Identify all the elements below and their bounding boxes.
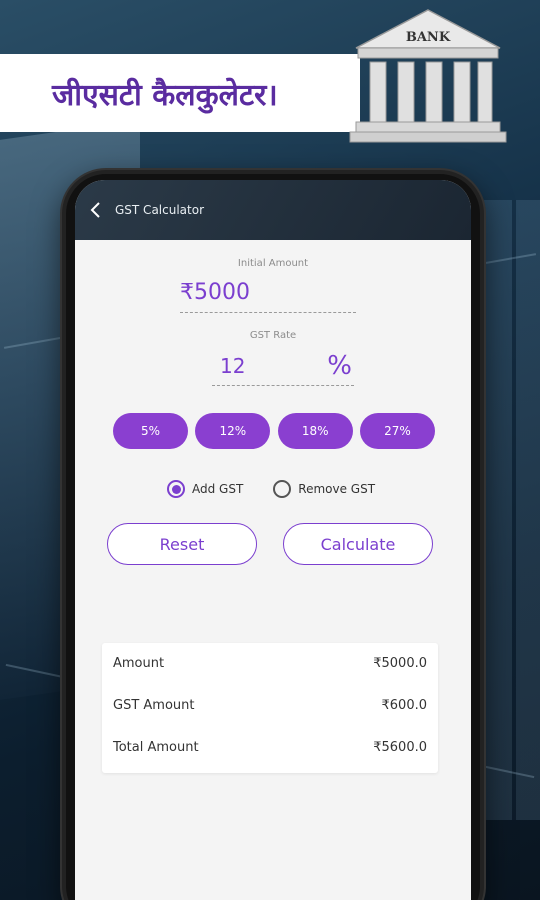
gst-rate-field: %	[212, 346, 354, 386]
result-card: Amount ₹5000.0 GST Amount ₹600.0 Total A…	[102, 643, 438, 773]
rate-chip-18[interactable]: 18%	[277, 413, 353, 449]
initial-amount-label: Initial Amount	[237, 258, 309, 269]
result-label: Amount	[113, 656, 165, 671]
add-gst-radio[interactable]: Add GST	[167, 480, 243, 498]
result-value: ₹5000.0	[373, 656, 427, 671]
app-screen: GST Calculator Initial Amount GST Rate %…	[75, 180, 471, 900]
gst-rate-input[interactable]	[212, 353, 272, 378]
gst-rate-label: GST Rate	[249, 330, 297, 341]
back-icon[interactable]	[85, 199, 107, 221]
add-gst-label: Add GST	[192, 482, 244, 496]
calculator-content: Initial Amount GST Rate % 5% 12% 18% 27%…	[75, 240, 471, 900]
banner-title: जीएसटी कैलकुलेटर।	[52, 77, 278, 113]
reset-button[interactable]: Reset	[107, 523, 257, 565]
rate-chip-27[interactable]: 27%	[359, 413, 435, 449]
result-label: Total Amount	[113, 740, 199, 755]
remove-gst-label: Remove GST	[298, 482, 376, 496]
initial-amount-input[interactable]	[180, 273, 356, 313]
rate-chip-12[interactable]: 12%	[195, 413, 271, 449]
result-label: GST Amount	[113, 698, 195, 713]
rate-chips: 5% 12% 18% 27%	[113, 413, 435, 449]
promo-banner: जीएसटी कैलकुलेटर।	[0, 54, 360, 132]
rate-chip-5[interactable]: 5%	[113, 413, 188, 449]
radio-unselected-icon	[273, 480, 292, 498]
result-row-gst: GST Amount ₹600.0	[113, 698, 427, 718]
calculate-button[interactable]: Calculate	[283, 523, 433, 565]
bank-logo: BANK	[349, 9, 507, 143]
bank-logo-text: BANK	[406, 30, 451, 45]
app-title: GST Calculator	[115, 203, 204, 217]
gst-mode-group: Add GST Remove GST	[167, 480, 405, 498]
app-bar: GST Calculator	[75, 180, 471, 240]
result-row-total: Total Amount ₹5600.0	[113, 740, 427, 760]
result-value: ₹600.0	[381, 698, 428, 713]
percent-suffix: %	[327, 350, 352, 381]
remove-gst-radio[interactable]: Remove GST	[273, 480, 375, 498]
result-value: ₹5600.0	[373, 740, 427, 755]
radio-selected-icon	[167, 480, 185, 498]
result-row-amount: Amount ₹5000.0	[113, 656, 427, 676]
